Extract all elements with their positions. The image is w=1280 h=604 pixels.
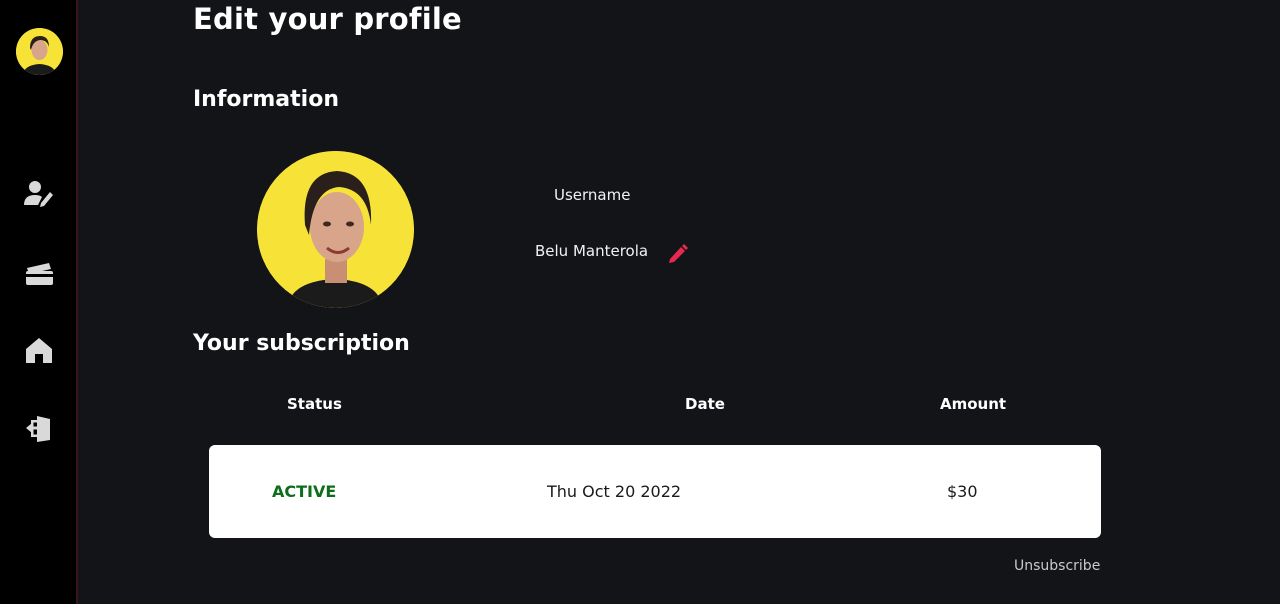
subscription-title: Your subscription bbox=[193, 331, 410, 356]
username-value: Belu Manterola bbox=[535, 242, 649, 260]
profile-photo[interactable] bbox=[257, 151, 414, 308]
column-header-amount: Amount bbox=[940, 395, 1007, 413]
column-header-date: Date bbox=[685, 395, 725, 413]
subscription-date: Thu Oct 20 2022 bbox=[547, 482, 682, 501]
page-title: Edit your profile bbox=[193, 2, 462, 36]
credit-card-icon[interactable] bbox=[22, 258, 56, 288]
information-title: Information bbox=[193, 87, 339, 112]
subscription-amount: $30 bbox=[947, 482, 978, 501]
unsubscribe-link[interactable]: Unsubscribe bbox=[1014, 558, 1100, 574]
user-edit-icon[interactable] bbox=[22, 178, 56, 208]
home-icon[interactable] bbox=[22, 335, 56, 365]
edit-username-icon[interactable] bbox=[667, 242, 689, 264]
status-badge: ACTIVE bbox=[272, 482, 337, 501]
column-header-status: Status bbox=[287, 395, 342, 413]
sidebar bbox=[0, 0, 78, 604]
avatar[interactable] bbox=[16, 28, 63, 75]
logout-icon[interactable] bbox=[22, 413, 56, 443]
username-label: Username bbox=[554, 186, 631, 204]
subscription-row: ACTIVE Thu Oct 20 2022 $30 bbox=[209, 445, 1101, 538]
